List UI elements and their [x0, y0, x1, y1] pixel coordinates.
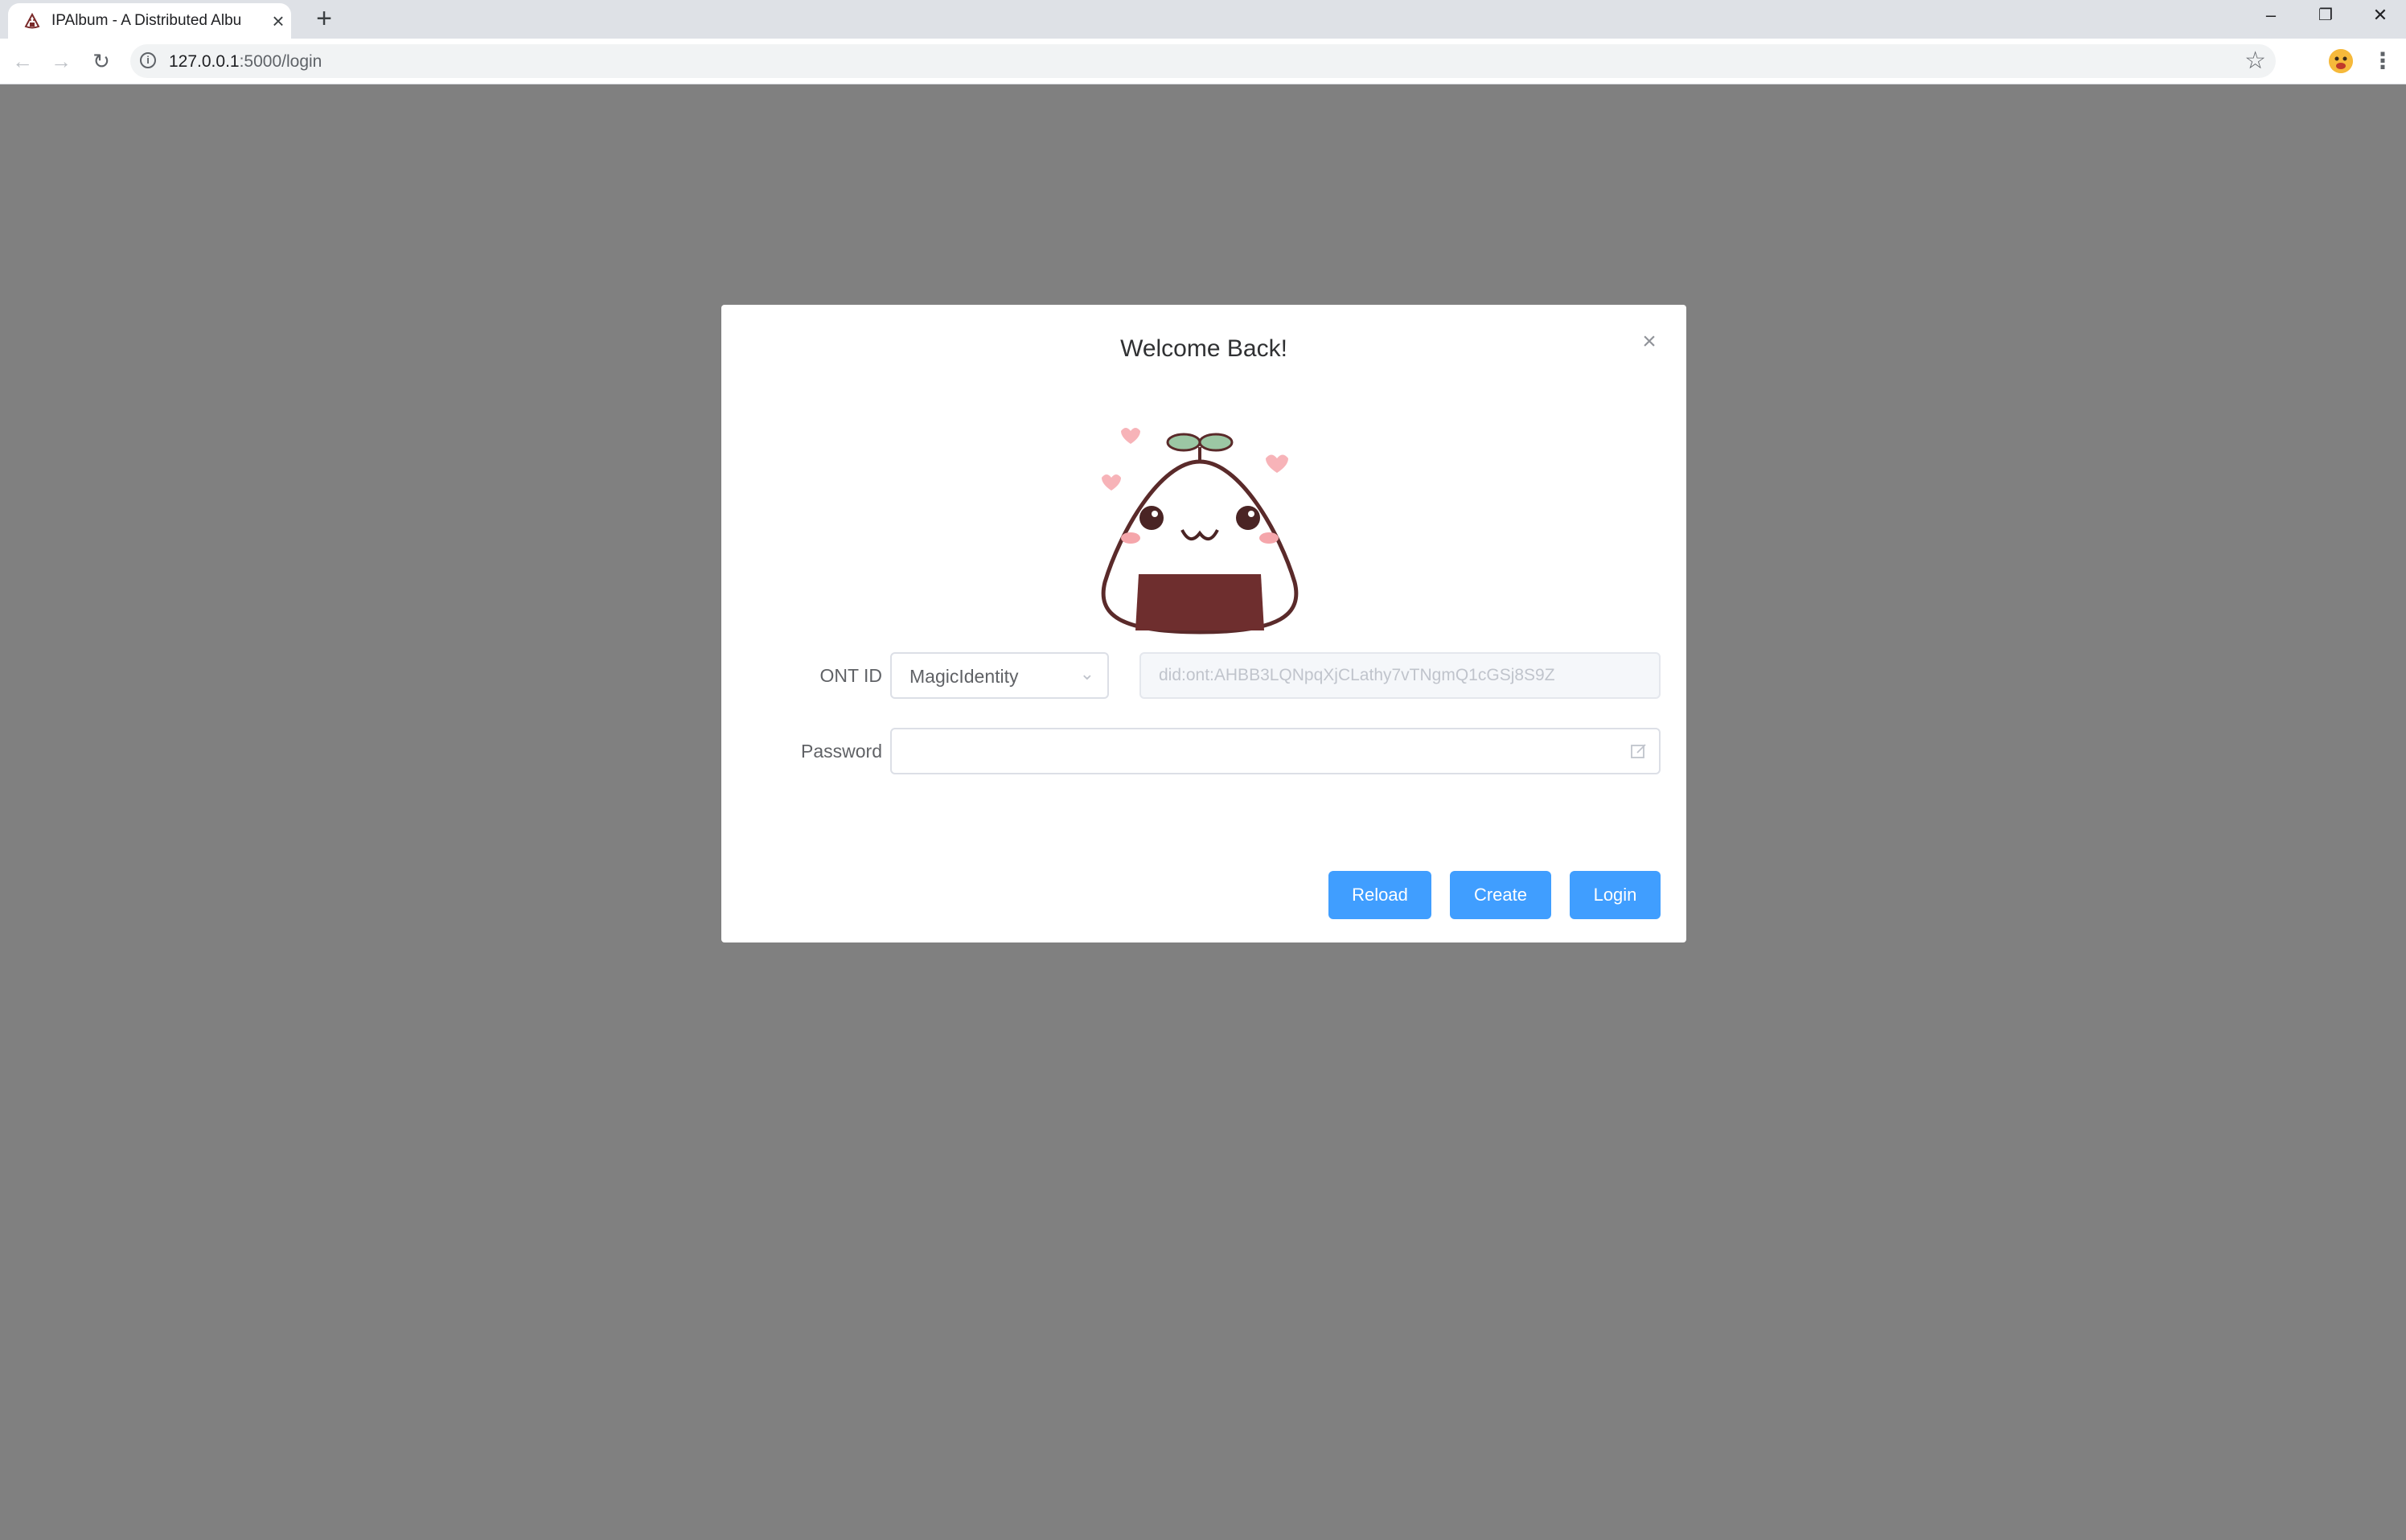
login-dialog: Welcome Back! × ONT ID MagicIdentity ⌄ d… [721, 305, 1686, 942]
dialog-title: Welcome Back! [1120, 335, 1287, 362]
ont-id-select-value: MagicIdentity [909, 666, 1019, 687]
ont-id-address-text: did:ont:AHBB3LQNpqXjCLathy7vTNgmQ1cGSj8S… [1159, 666, 1555, 684]
browser-menu-icon[interactable]: ⋮ [2371, 47, 2395, 76]
reload-button[interactable]: Reload [1328, 871, 1431, 919]
dialog-close-icon[interactable]: × [1633, 326, 1665, 358]
tab-title: IPAlbum - A Distributed Albu [51, 12, 242, 29]
ont-id-label: ONT ID [819, 665, 882, 686]
password-input[interactable] [890, 728, 1661, 774]
create-button[interactable]: Create [1450, 871, 1551, 919]
restore-button[interactable]: ❐ [2298, 0, 2353, 32]
new-tab-button[interactable]: + [310, 5, 338, 32]
edit-icon[interactable] [1630, 742, 1648, 760]
browser-window: IPAlbum - A Distributed Albu × + – ❐ ✕ ←… [0, 0, 2406, 1540]
reload-icon[interactable]: ↻ [87, 47, 116, 76]
url-host: 127.0.0.1 [169, 52, 240, 71]
minimize-button[interactable]: – [2244, 0, 2298, 32]
ont-id-address-field: did:ont:AHBB3LQNpqXjCLathy7vTNgmQ1cGSj8S… [1139, 652, 1661, 699]
address-bar[interactable]: i 127.0.0.1:5000/login ☆ [130, 44, 2276, 78]
tab-strip: IPAlbum - A Distributed Albu × + – ❐ ✕ [0, 0, 2406, 39]
browser-toolbar: ← → ↻ i 127.0.0.1:5000/login ☆ ⋮ [0, 39, 2406, 84]
browser-tab[interactable]: IPAlbum - A Distributed Albu × [8, 3, 291, 39]
favicon-icon [24, 12, 40, 29]
ont-id-select[interactable]: MagicIdentity ⌄ [890, 652, 1109, 699]
chevron-down-icon: ⌄ [1079, 663, 1094, 684]
url-path: :5000/login [239, 52, 322, 71]
emoji-face-icon [2329, 49, 2353, 73]
login-button[interactable]: Login [1570, 871, 1661, 919]
url-text[interactable]: 127.0.0.1:5000/login [169, 52, 322, 72]
password-label: Password [801, 741, 882, 762]
forward-arrow-icon[interactable]: → [47, 47, 76, 76]
back-arrow-icon[interactable]: ← [8, 47, 37, 76]
tab-close-icon[interactable]: × [267, 10, 289, 32]
window-close-button[interactable]: ✕ [2353, 0, 2406, 32]
onigiri-mascot-image [1101, 428, 1299, 634]
profile-avatar-icon[interactable] [2329, 49, 2353, 73]
bookmark-star-icon[interactable]: ☆ [2244, 47, 2266, 75]
site-info-icon[interactable]: i [140, 52, 156, 68]
